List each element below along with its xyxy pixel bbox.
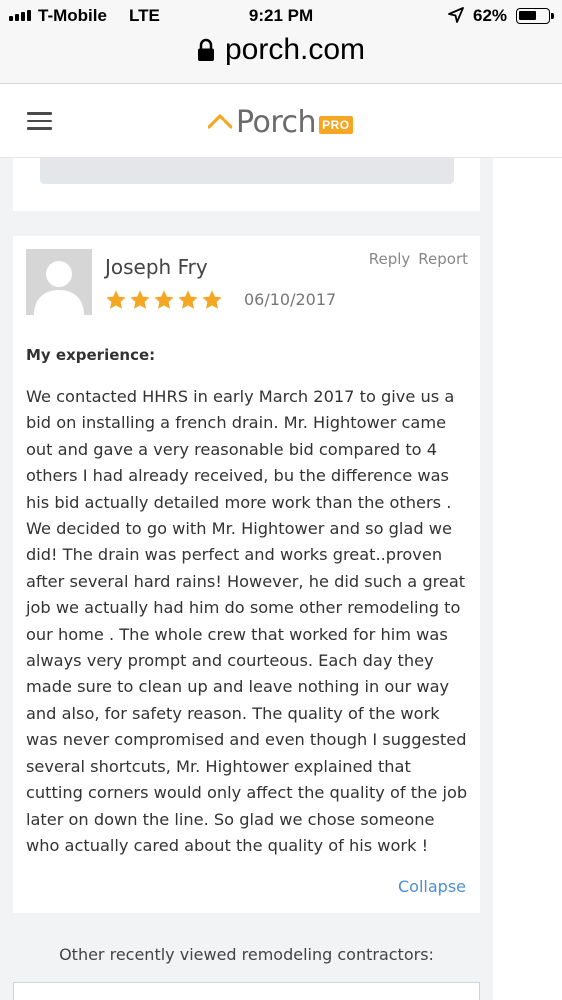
star-icon: [130, 290, 150, 309]
status-bar: T-Mobile LTE 9:21 PM 62%: [0, 0, 562, 32]
battery-percent: 62%: [473, 6, 508, 25]
avatar-placeholder-icon: [26, 249, 92, 315]
star-icon: [202, 290, 222, 309]
other-contractors-heading: Other recently viewed remodeling contrac…: [59, 945, 434, 964]
address-bar[interactable]: porch.com: [0, 30, 562, 70]
reply-link[interactable]: Reply: [369, 250, 411, 268]
review-date: 06/10/2017: [244, 290, 337, 309]
previous-card: [13, 158, 480, 211]
hamburger-menu-icon[interactable]: [27, 112, 52, 130]
url-text[interactable]: porch.com: [225, 33, 365, 67]
previous-card-bar: [40, 158, 454, 184]
battery-icon: [516, 8, 554, 24]
report-link[interactable]: Report: [418, 250, 468, 268]
collapse-link[interactable]: Collapse: [398, 877, 466, 896]
star-icon: [106, 290, 126, 309]
site-header: Porch PRO: [0, 84, 562, 158]
reviewer-name: Joseph Fry: [105, 255, 208, 279]
porch-pro-logo[interactable]: Porch PRO: [208, 102, 353, 142]
star-icon: [178, 290, 198, 309]
right-gutter: [493, 158, 562, 1000]
porch-logo-icon: [208, 114, 232, 129]
contractor-card[interactable]: [13, 982, 480, 1000]
logo-pro-badge: PRO: [319, 116, 353, 134]
review-body: We contacted HHRS in early March 2017 to…: [26, 387, 468, 855]
experience-label: My experience:: [26, 346, 156, 364]
review-actions: Reply Report: [369, 250, 468, 268]
review-card: Joseph Fry Reply Report 06/10/2017 My ex…: [13, 236, 480, 913]
lock-icon: [197, 38, 214, 61]
logo-text: Porch: [236, 104, 317, 140]
browser-chrome: T-Mobile LTE 9:21 PM 62% porch.com: [0, 0, 562, 84]
star-icon: [154, 290, 174, 309]
location-arrow-icon: [448, 7, 464, 23]
star-rating: [105, 289, 223, 311]
